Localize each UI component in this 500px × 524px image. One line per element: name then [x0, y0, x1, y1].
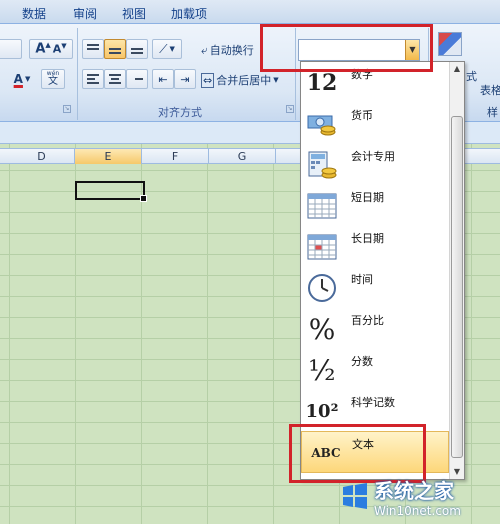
percent-icon: %: [308, 312, 336, 346]
format-option-fraction[interactable]: ½ 分数: [301, 349, 449, 390]
format-option-accounting[interactable]: 会计专用: [301, 144, 449, 185]
format-option-label: 货币: [351, 109, 373, 122]
decrease-indent-button[interactable]: ⇤: [152, 69, 174, 89]
grow-font-button[interactable]: A▲: [35, 41, 50, 56]
fraction-icon: ½: [308, 353, 336, 387]
align-top-icon: [87, 44, 99, 54]
chevron-down-icon: ▼: [273, 76, 279, 84]
number-format-dropdown: 12 数字 货币 会计专用 短日期 长日期 时间 % 百分比 ½ 分数 10² …: [300, 61, 465, 480]
merge-center-button[interactable]: ⇔ 合并后居中 ▼: [200, 70, 292, 90]
watermark: 系统之家 Win10net.com: [340, 468, 500, 524]
format-as-table-label-1: 式: [466, 70, 477, 83]
column-header-f[interactable]: F: [142, 149, 209, 164]
tab-view[interactable]: 视图: [122, 5, 146, 22]
watermark-title: 系统之家: [374, 478, 454, 503]
align-left-icon: [87, 74, 99, 84]
align-left-button[interactable]: [82, 69, 104, 89]
format-option-time[interactable]: 时间: [301, 267, 449, 308]
font-dialog-launcher[interactable]: ↘: [63, 105, 71, 113]
tab-data[interactable]: 数据: [22, 5, 46, 22]
chevron-down-icon: ▼: [169, 45, 175, 53]
format-option-label: 科学记数: [351, 396, 395, 409]
format-option-label: 短日期: [351, 191, 384, 204]
format-option-label: 百分比: [351, 314, 384, 327]
format-option-label: 时间: [351, 273, 373, 286]
long-date-icon: [306, 231, 338, 263]
font-size-combo[interactable]: [0, 39, 22, 59]
align-center-icon: [109, 74, 121, 84]
align-bottom-button[interactable]: [126, 39, 148, 59]
font-size-buttons: A▲ A▼: [29, 39, 73, 59]
currency-icon: [306, 108, 338, 140]
conditional-format-icon[interactable]: [438, 32, 462, 56]
align-right-button[interactable]: [126, 69, 148, 89]
format-option-percent[interactable]: % 百分比: [301, 308, 449, 349]
decrease-indent-icon: ⇤: [158, 72, 168, 86]
column-header-e[interactable]: E: [75, 149, 142, 164]
align-middle-button[interactable]: [104, 39, 126, 59]
format-option-label: 分数: [351, 355, 373, 368]
format-option-long-date[interactable]: 长日期: [301, 226, 449, 267]
format-option-currency[interactable]: 货币: [301, 103, 449, 144]
styles-group-label: 样: [487, 106, 498, 119]
short-date-icon: [306, 190, 338, 222]
watermark-url: Win10net.com: [374, 503, 461, 518]
tab-addins[interactable]: 加载项: [171, 5, 207, 22]
group-separator: [77, 28, 78, 120]
selected-cell-e[interactable]: [75, 181, 147, 202]
column-header-g[interactable]: G: [209, 149, 276, 164]
shrink-font-button[interactable]: A▼: [53, 42, 67, 56]
font-color-button[interactable]: A ▼: [4, 69, 40, 89]
align-center-button[interactable]: [104, 69, 126, 89]
align-top-button[interactable]: [82, 39, 104, 59]
clock-icon: [306, 272, 338, 304]
dropdown-scrollbar[interactable]: ▲ ▼: [449, 62, 464, 479]
align-right-icon: [131, 74, 143, 84]
scientific-icon: 10²: [305, 400, 339, 422]
increase-indent-icon: ⇥: [180, 72, 190, 86]
windows-logo-icon: [343, 483, 367, 509]
alignment-group-label: 对齐方式: [158, 106, 202, 119]
align-bottom-icon: [131, 44, 143, 54]
orientation-button[interactable]: ⟋ ▼: [152, 39, 182, 59]
highlight-box-format-combo: [260, 24, 433, 72]
scroll-up-icon[interactable]: ▲: [450, 62, 464, 76]
merge-icon: ⇔: [201, 72, 215, 88]
format-option-short-date[interactable]: 短日期: [301, 185, 449, 226]
orientation-icon: ⟋: [159, 41, 168, 56]
alignment-dialog-launcher[interactable]: ↘: [286, 105, 294, 113]
align-middle-icon: [109, 44, 121, 54]
scrollbar-thumb[interactable]: [451, 116, 463, 458]
accounting-icon: [306, 149, 338, 181]
chevron-down-icon: ▼: [24, 75, 31, 83]
format-option-label: 会计专用: [351, 150, 395, 163]
tab-review[interactable]: 审阅: [73, 5, 97, 22]
ribbon-tab-bar: 数据 审阅 视图 加载项: [0, 0, 500, 24]
column-header-d[interactable]: D: [9, 149, 75, 164]
format-as-table-label-2: 表格: [480, 84, 500, 97]
wrap-text-icon: ⤶: [201, 42, 208, 57]
format-option-label: 长日期: [351, 232, 384, 245]
phonetic-button[interactable]: wén 文: [41, 69, 65, 89]
increase-indent-button[interactable]: ⇥: [174, 69, 196, 89]
